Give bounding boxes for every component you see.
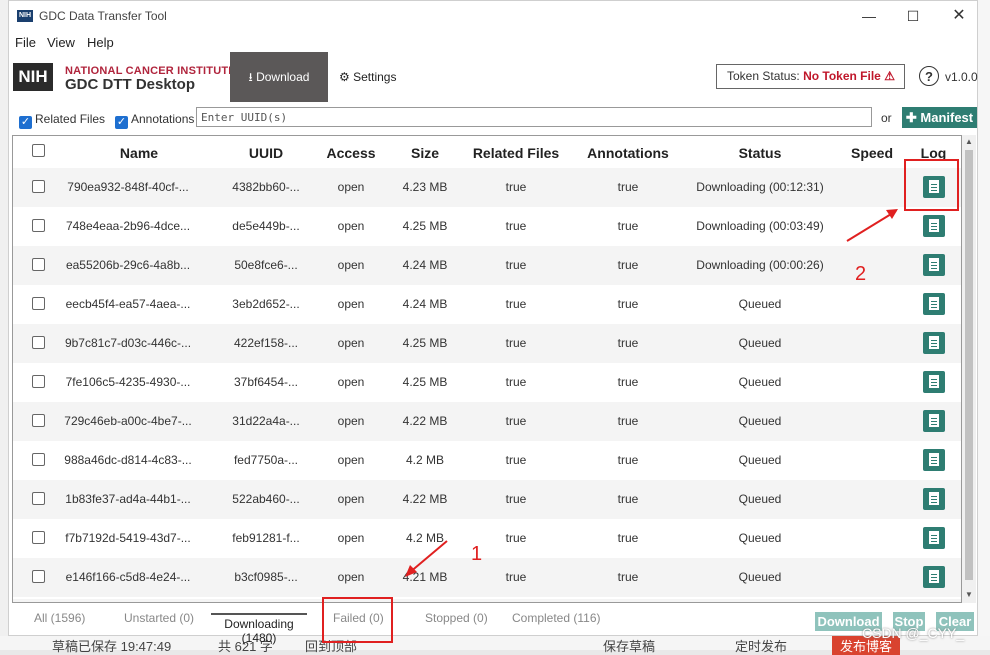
background-right [978, 0, 990, 650]
csdn-watermark: CSDN @_CYY_ [862, 625, 965, 641]
annotation-number-1: 1 [471, 543, 483, 565]
annotation-arrow-2 [846, 210, 897, 242]
draft-saved-text: 草稿已保存 19:47:49 [52, 639, 172, 654]
annotation-arrows [405, 209, 898, 577]
background-bottom-bar: 草稿已保存 19:47:49 共 621 字 回到顶部 保存草稿 定时发布 发布… [0, 636, 990, 655]
app-window: NIH GDC Data Transfer Tool — ☐ ✕ File Vi… [8, 0, 978, 645]
annotation-arrow-1 [408, 540, 448, 574]
annotation-number-2: 2 [855, 263, 867, 285]
annotation-arrowhead-2 [886, 209, 898, 219]
save-draft-button[interactable]: 保存草稿 [603, 636, 655, 655]
background-left [0, 0, 8, 650]
schedule-publish-button[interactable]: 定时发布 [735, 636, 787, 655]
